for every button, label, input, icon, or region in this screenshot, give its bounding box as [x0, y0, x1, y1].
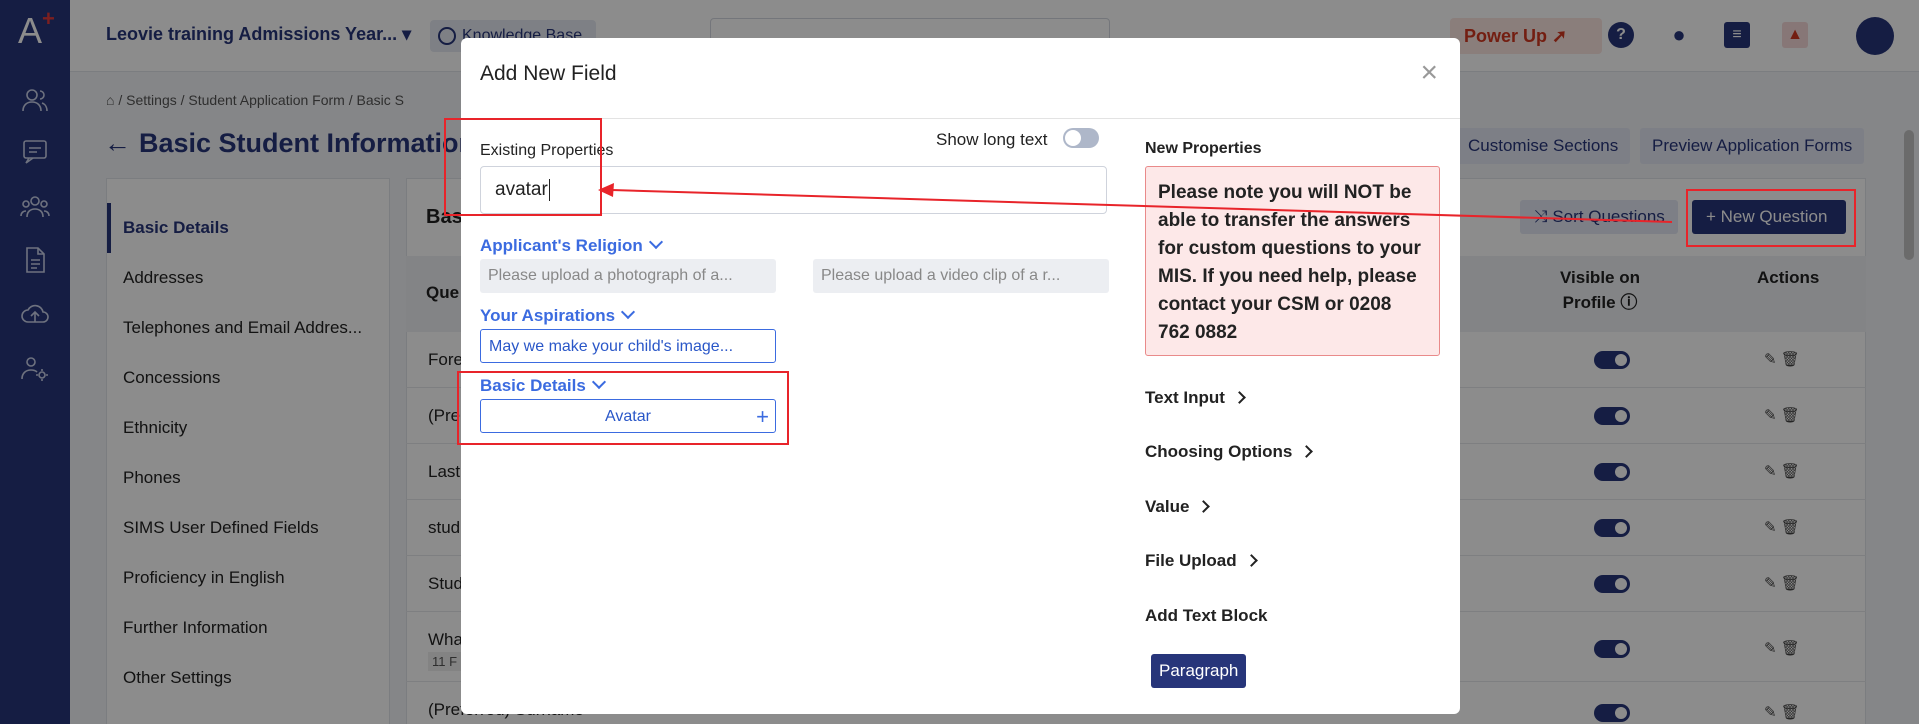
annotation-arrow: [598, 183, 1673, 223]
